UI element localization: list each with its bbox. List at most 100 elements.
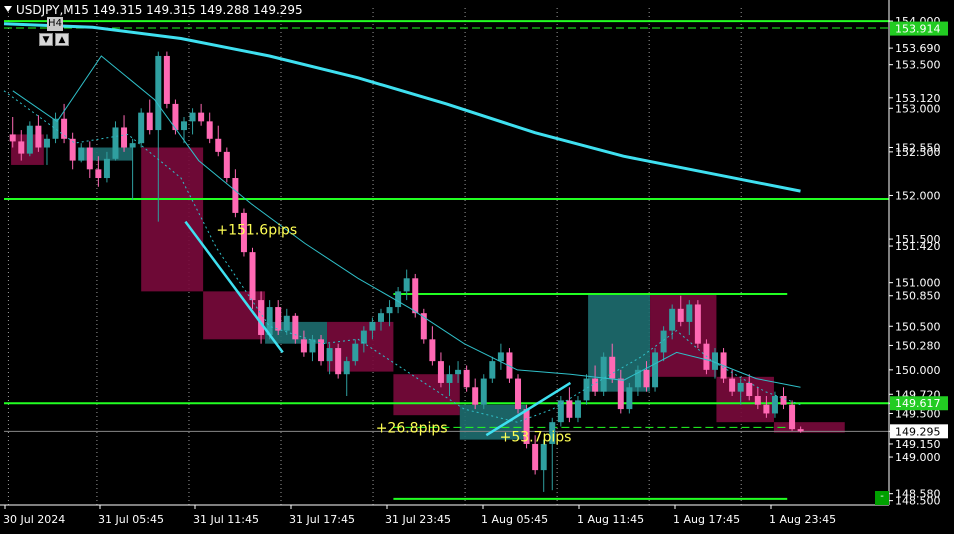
zone-box-bear bbox=[141, 147, 204, 292]
candle-body bbox=[326, 348, 333, 362]
candle-body bbox=[771, 396, 778, 414]
symbol-header: USDJPY,M15 149.315 149.315 149.288 149.2… bbox=[4, 3, 303, 17]
candle-body bbox=[215, 138, 222, 152]
candle-body bbox=[369, 321, 376, 331]
zone-box-bear bbox=[716, 376, 774, 423]
dropdown-triangle-icon[interactable] bbox=[4, 6, 12, 12]
candle-body bbox=[103, 158, 110, 179]
candle-body bbox=[566, 400, 573, 418]
price-tick-label: 150.850 bbox=[895, 290, 941, 303]
candle-body bbox=[455, 369, 462, 375]
candle-body bbox=[609, 356, 616, 379]
candle-body bbox=[275, 307, 282, 331]
candle-body bbox=[669, 308, 676, 331]
candle-body bbox=[18, 141, 25, 154]
price-tick-label: 153.500 bbox=[895, 59, 941, 72]
symbol-line: USDJPY,M15 149.315 149.315 149.288 149.2… bbox=[16, 3, 303, 17]
timeframe-label: H4 bbox=[47, 17, 63, 31]
candle-body bbox=[626, 387, 633, 410]
candle-body bbox=[35, 125, 42, 148]
price-tick-label: 149.000 bbox=[895, 451, 941, 464]
candle-body bbox=[189, 112, 196, 122]
candle-body bbox=[78, 147, 85, 161]
candle-body bbox=[797, 429, 804, 432]
candle-body bbox=[95, 169, 102, 179]
chart-root[interactable]: +151.6pips+26.8pips+53.7pips154.000153.6… bbox=[0, 0, 954, 530]
triangle-down-icon[interactable]: ▼ bbox=[39, 33, 53, 46]
time-tick-label: 31 Jul 23:45 bbox=[385, 513, 451, 526]
time-tick-label: 1 Aug 05:45 bbox=[481, 513, 548, 526]
candle-body bbox=[677, 308, 684, 322]
candle-body bbox=[206, 121, 213, 139]
candle-body bbox=[592, 378, 599, 392]
time-tick-label: 1 Aug 17:45 bbox=[673, 513, 740, 526]
candle-body bbox=[9, 134, 16, 142]
price-tick-label: 150.500 bbox=[895, 320, 941, 333]
candle-body bbox=[617, 378, 624, 410]
price-tick-label: 152.000 bbox=[895, 189, 941, 202]
candle-body bbox=[377, 313, 384, 322]
candle-body bbox=[129, 143, 136, 148]
candle-body bbox=[489, 361, 496, 379]
time-tick-label: 1 Aug 23:45 bbox=[769, 513, 836, 526]
candle-body bbox=[146, 112, 153, 131]
price-tick-label: 149.150 bbox=[895, 438, 941, 451]
candle-body bbox=[181, 121, 187, 131]
candle-body bbox=[283, 315, 290, 331]
time-tick-label: 31 Jul 05:45 bbox=[98, 513, 164, 526]
candle-body bbox=[754, 396, 761, 405]
time-tick-label: 30 Jul 2024 bbox=[3, 513, 65, 526]
candle-body bbox=[643, 369, 650, 388]
candle-body bbox=[232, 178, 239, 213]
candle-body bbox=[121, 127, 128, 148]
price-tick-label: 150.000 bbox=[895, 364, 941, 377]
candle-body bbox=[660, 330, 667, 353]
candle-body bbox=[249, 252, 256, 301]
timeframe-panel: H4 ▼ ▲ bbox=[39, 16, 71, 46]
candle-body bbox=[446, 374, 453, 383]
price-tick-label: 152.500 bbox=[895, 146, 941, 159]
price-tick-label: 153.000 bbox=[895, 102, 941, 115]
candle-body bbox=[155, 55, 162, 131]
candle-body bbox=[258, 300, 265, 335]
candle-body bbox=[395, 291, 402, 308]
price-tick-label: 151.420 bbox=[895, 240, 941, 253]
candle-body bbox=[600, 356, 607, 392]
candle-body bbox=[223, 151, 230, 179]
candle-body bbox=[352, 343, 359, 362]
candle-body bbox=[52, 118, 59, 139]
candle-body bbox=[163, 55, 170, 104]
candle-body bbox=[652, 352, 659, 388]
candle-body bbox=[26, 125, 33, 154]
candle-body bbox=[472, 387, 479, 405]
candle-body bbox=[386, 307, 393, 314]
price-tag-last: 149.295 bbox=[895, 425, 941, 438]
price-tick-label: 151.000 bbox=[895, 277, 941, 290]
candle-body bbox=[86, 147, 93, 170]
candle-body bbox=[343, 361, 350, 375]
candle-body bbox=[763, 404, 770, 414]
pips-annotation: +53.7pips bbox=[500, 429, 572, 445]
price-tick-label: 150.280 bbox=[895, 339, 941, 352]
price-tick-label: 148.500 bbox=[895, 495, 941, 508]
candle-body bbox=[138, 112, 145, 144]
candle-body bbox=[292, 315, 299, 340]
candle-body bbox=[403, 278, 410, 292]
time-tick-label: 31 Jul 11:45 bbox=[193, 513, 259, 526]
candle-body bbox=[112, 127, 119, 159]
candle-body bbox=[729, 378, 736, 392]
scroll-shift-button[interactable]: - bbox=[875, 491, 889, 505]
candle-body bbox=[43, 138, 50, 148]
candle-body bbox=[574, 400, 581, 418]
candle-body bbox=[686, 304, 693, 322]
candle-body bbox=[480, 378, 487, 405]
candle-body bbox=[746, 382, 753, 397]
candle-body bbox=[789, 404, 796, 430]
candle-body bbox=[557, 400, 564, 423]
price-tag-top: 153.914 bbox=[895, 23, 941, 36]
price-chart[interactable]: +151.6pips+26.8pips+53.7pips154.000153.6… bbox=[0, 0, 954, 530]
candle-body bbox=[497, 352, 504, 362]
triangle-up-icon[interactable]: ▲ bbox=[55, 33, 69, 46]
candle-body bbox=[437, 361, 444, 383]
time-tick-label: 1 Aug 11:45 bbox=[577, 513, 644, 526]
